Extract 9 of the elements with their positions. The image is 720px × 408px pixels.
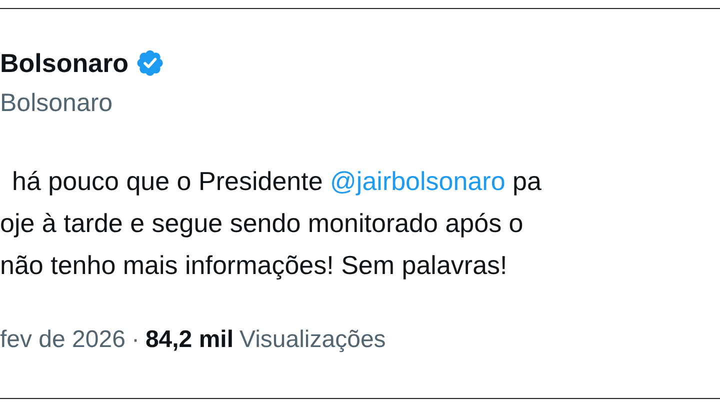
author-name[interactable]: Bolsonaro — [0, 47, 129, 79]
tweet-text-line: há pouco que o Presidente @jairbolsonaro pa — [11, 165, 542, 197]
separator-dot: · — [131, 325, 140, 355]
author-handle[interactable]: Bolsonaro — [0, 87, 113, 119]
views-count: 84,2 mil — [145, 325, 234, 355]
tweet-text-line: não tenho mais informações! Sem palavras! — [0, 249, 508, 281]
views-label: Visualizações — [240, 325, 386, 355]
tweet-text-line: oje à tarde e segue sendo monitorado após o — [0, 207, 524, 239]
post-date[interactable]: fev de 2026 — [0, 325, 126, 355]
